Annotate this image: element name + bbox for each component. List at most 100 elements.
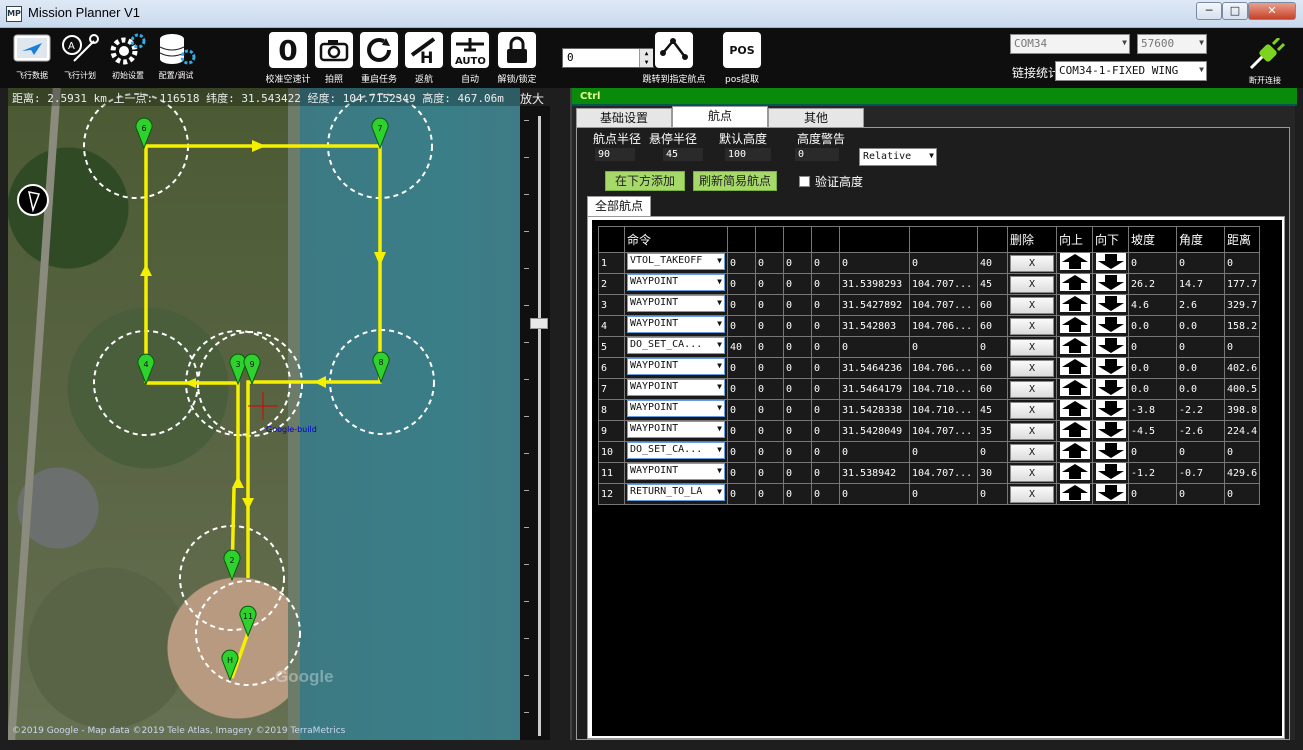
default-alt-field[interactable]: 100 (725, 148, 771, 161)
arrow-up-icon[interactable] (1059, 316, 1090, 333)
table-row[interactable]: 10 DO_SET_CA... ▼ 0 0 0 0 0 0 0 X 0 0 0 (598, 441, 1261, 463)
param-p4[interactable]: 0 (811, 273, 840, 295)
arrow-up-icon[interactable] (1059, 421, 1090, 438)
param-p3[interactable]: 0 (783, 378, 812, 400)
param-p3[interactable]: 0 (783, 252, 812, 274)
param-p2[interactable]: 0 (755, 315, 784, 337)
waypoint-marker-9[interactable]: 9 (243, 353, 261, 386)
param-p1[interactable]: 0 (727, 399, 756, 421)
param-alt[interactable]: 30 (977, 462, 1008, 484)
nav-config-tuning[interactable]: 配置/调试 (152, 30, 200, 86)
param-lon[interactable]: 104.707... (909, 273, 978, 295)
param-lon[interactable]: 0 (909, 336, 978, 358)
param-p1[interactable]: 0 (727, 273, 756, 295)
column-header[interactable] (811, 226, 840, 253)
param-p3[interactable]: 0 (783, 483, 812, 505)
table-row[interactable]: 11 WAYPOINT ▼ 0 0 0 0 31.538942 104.707... 30 X -1.… (598, 462, 1261, 484)
delete-row-button[interactable]: X (1010, 317, 1054, 335)
table-row[interactable]: 9 WAYPOINT ▼ 0 0 0 0 31.5428049 104.707... 35 X -4.… (598, 420, 1261, 442)
param-alt[interactable]: 0 (977, 483, 1008, 505)
take-photo-button[interactable]: 拍照 (312, 30, 356, 86)
delete-row-button[interactable]: X (1010, 296, 1054, 314)
param-p1[interactable]: 0 (727, 420, 756, 442)
param-p2[interactable]: 0 (755, 378, 784, 400)
table-row[interactable]: 4 WAYPOINT ▼ 0 0 0 0 31.542803 104.706... 60 X 0.0 0… (598, 315, 1261, 337)
delete-row-button[interactable]: X (1010, 359, 1054, 377)
param-lat[interactable]: 31.542803 (839, 315, 910, 337)
wp-radius-field[interactable]: 90 (595, 148, 635, 161)
alt-mode-select[interactable]: Relative ▼ (859, 148, 937, 166)
command-select[interactable]: WAYPOINT ▼ (627, 421, 725, 438)
param-lat[interactable]: 0 (839, 441, 910, 463)
delete-row-button[interactable]: X (1010, 464, 1054, 482)
param-p3[interactable]: 0 (783, 315, 812, 337)
param-p1[interactable]: 0 (727, 357, 756, 379)
delete-row-button[interactable]: X (1010, 275, 1054, 293)
delete-row-button[interactable]: X (1010, 380, 1054, 398)
add-below-button[interactable]: 在下方添加 (605, 171, 685, 191)
param-p4[interactable]: 0 (811, 420, 840, 442)
command-select[interactable]: WAYPOINT ▼ (627, 400, 725, 417)
param-lat[interactable]: 31.5464236 (839, 357, 910, 379)
pos-extract-button[interactable]: POS pos提取 (718, 30, 766, 86)
param-alt[interactable]: 35 (977, 420, 1008, 442)
param-p1[interactable]: 0 (727, 378, 756, 400)
column-header[interactable] (727, 226, 756, 253)
table-row[interactable]: 6 WAYPOINT ▼ 0 0 0 0 31.5464236 104.706... 60 X 0.0… (598, 357, 1261, 379)
param-p1[interactable]: 0 (727, 483, 756, 505)
nav-initial-setup[interactable]: 初始设置 (104, 30, 152, 86)
arrow-up-icon[interactable] (1059, 400, 1090, 417)
param-p4[interactable]: 0 (811, 378, 840, 400)
column-header[interactable]: 向下 (1092, 226, 1129, 253)
param-lat[interactable]: 0 (839, 252, 910, 274)
param-p3[interactable]: 0 (783, 294, 812, 316)
param-alt[interactable]: 40 (977, 252, 1008, 274)
param-p1[interactable]: 0 (727, 462, 756, 484)
param-p3[interactable]: 0 (783, 357, 812, 379)
delete-row-button[interactable]: X (1010, 254, 1054, 272)
param-p2[interactable]: 0 (755, 252, 784, 274)
maximize-button[interactable]: □ (1222, 2, 1248, 20)
column-header[interactable]: 角度 (1176, 226, 1225, 253)
param-p4[interactable]: 0 (811, 441, 840, 463)
command-select[interactable]: WAYPOINT ▼ (627, 463, 725, 480)
param-p4[interactable]: 0 (811, 462, 840, 484)
param-p2[interactable]: 0 (755, 441, 784, 463)
table-row[interactable]: 8 WAYPOINT ▼ 0 0 0 0 31.5428338 104.710... 45 X -3.… (598, 399, 1261, 421)
verify-height-checkbox[interactable] (799, 176, 810, 187)
param-p2[interactable]: 0 (755, 273, 784, 295)
refresh-simple-waypoints-button[interactable]: 刷新简易航点 (693, 171, 777, 191)
param-lat[interactable]: 31.5428049 (839, 420, 910, 442)
command-select[interactable]: RETURN_TO_LA ▼ (627, 484, 725, 501)
param-lon[interactable]: 104.706... (909, 357, 978, 379)
link-select[interactable]: COM34-1-FIXED WING ▼ (1055, 61, 1207, 81)
param-lon[interactable]: 104.707... (909, 420, 978, 442)
param-lon[interactable]: 104.710... (909, 399, 978, 421)
param-p2[interactable]: 0 (755, 399, 784, 421)
waypoint-marker-4[interactable]: 4 (137, 353, 155, 386)
tab-basic-settings[interactable]: 基础设置 (576, 108, 672, 127)
arrow-up-icon[interactable] (1059, 379, 1090, 396)
table-row[interactable]: 3 WAYPOINT ▼ 0 0 0 0 31.5427892 104.707... 60 X 4.6… (598, 294, 1261, 316)
param-p4[interactable]: 0 (811, 315, 840, 337)
table-row[interactable]: 7 WAYPOINT ▼ 0 0 0 0 31.5464179 104.710... 60 X 0.0… (598, 378, 1261, 400)
param-lat[interactable]: 0 (839, 336, 910, 358)
link-stats-label[interactable]: 链接统计 (1012, 64, 1060, 81)
zoom-slider-thumb[interactable] (530, 318, 548, 329)
table-row[interactable]: 2 WAYPOINT ▼ 0 0 0 0 31.5398293 104.707... 45 X 26.… (598, 273, 1261, 295)
param-p4[interactable]: 0 (811, 357, 840, 379)
param-p3[interactable]: 0 (783, 441, 812, 463)
arrow-up-icon[interactable] (1059, 337, 1090, 354)
param-p1[interactable]: 0 (727, 252, 756, 274)
arrow-up-icon[interactable] (1059, 295, 1090, 312)
return-home-button[interactable]: H 返航 (402, 30, 446, 86)
command-select[interactable]: WAYPOINT ▼ (627, 316, 725, 333)
waypoint-marker-2[interactable]: 2 (223, 549, 241, 582)
command-select[interactable]: DO_SET_CA... ▼ (627, 337, 725, 354)
waypoint-marker-H[interactable]: H (221, 649, 239, 682)
command-select[interactable]: WAYPOINT ▼ (627, 379, 725, 396)
arm-disarm-button[interactable]: 解锁/锁定 (494, 30, 540, 86)
arrow-down-icon[interactable] (1095, 442, 1126, 459)
command-select[interactable]: DO_SET_CA... ▼ (627, 442, 725, 459)
column-header[interactable]: 坡度 (1128, 226, 1177, 253)
